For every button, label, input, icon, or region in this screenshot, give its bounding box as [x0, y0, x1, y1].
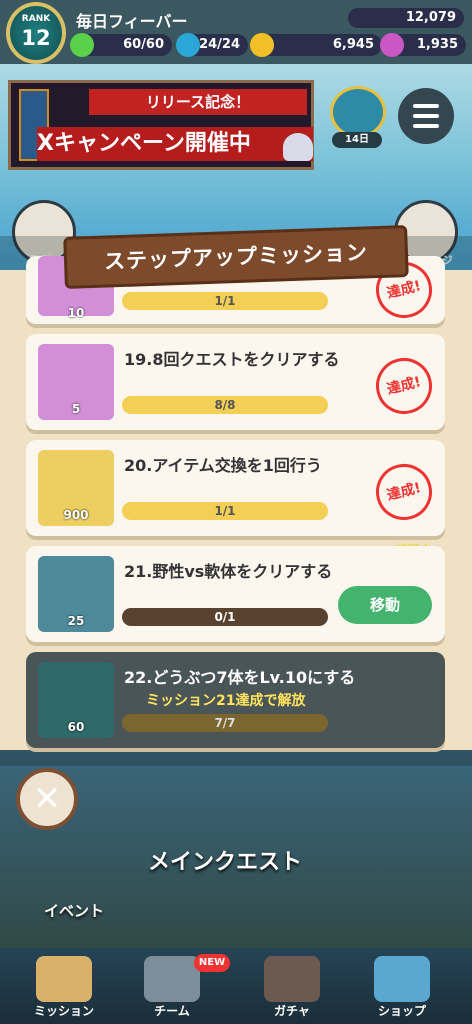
close-icon: ✕	[32, 779, 62, 819]
campaign-banner[interactable]: リリース記念！ Xキャンペーン開催中	[8, 80, 314, 170]
gacha-icon	[264, 956, 320, 1002]
banner-top-text: リリース記念！	[89, 89, 307, 115]
mission-card-locked: 60 22.どうぶつ7体をLv.10にする ミッション21達成で解放 7/7	[26, 652, 445, 748]
move-button[interactable]: 移動	[338, 586, 432, 624]
nav-mission[interactable]: ミッション	[24, 954, 104, 1020]
nav-gacha[interactable]: ガチャ	[252, 954, 332, 1020]
mission-card: 5 19.8回クエストをクリアする 8/8 達成!	[26, 334, 445, 430]
close-button[interactable]: ✕	[16, 768, 78, 830]
gem-icon	[380, 33, 404, 57]
unlock-condition: ミッション21達成で解放	[146, 693, 306, 709]
panel-title: ステップアップミッション	[103, 240, 369, 274]
main-quest-label[interactable]: メインクエスト	[148, 844, 302, 876]
reward-amount: 60	[67, 720, 85, 734]
orb-icon	[176, 33, 200, 57]
nav-gacha-label: ガチャ	[274, 1004, 310, 1018]
nav-mission-label: ミッション	[33, 1004, 94, 1018]
cat-character	[283, 133, 313, 161]
event-label[interactable]: イベント	[44, 900, 104, 921]
achieved-stamp: 達成!	[370, 458, 438, 526]
mission-title: 19.8回クエストをクリアする	[124, 350, 340, 369]
reward-amount: 10	[67, 306, 85, 320]
nav-shop-label: ショップ	[377, 1004, 426, 1018]
team-icon	[144, 956, 200, 1002]
menu-button[interactable]	[398, 88, 454, 144]
player-name: 毎日フィーバー	[76, 12, 188, 31]
progress-bar: 1/1	[122, 502, 328, 520]
progress-bar: 1/1	[122, 292, 328, 310]
mission-card: 25 21.野性vs軟体をクリアする 0/1 移動	[26, 546, 445, 642]
reward-amount: 5	[71, 402, 81, 416]
mission-title: 22.どうぶつ7体をLv.10にする	[124, 668, 356, 687]
progress-bar: 8/8	[122, 396, 328, 414]
progress-bar: 0/1	[122, 608, 328, 626]
achieved-stamp: 達成!	[370, 352, 438, 420]
shop-icon	[374, 956, 430, 1002]
scroll-icon	[36, 956, 92, 1002]
reward-amount: 900	[63, 508, 89, 522]
paw-coin-icon	[250, 33, 274, 57]
reward-amount: 25	[67, 614, 85, 628]
progress-bar: 7/7	[122, 714, 328, 732]
banner-bottom-text: Xキャンペーン開催中	[37, 127, 313, 161]
mission-title: 20.アイテム交換を1回行う	[124, 456, 322, 475]
new-badge: NEW	[194, 954, 230, 972]
xp-counter: 12,079	[348, 8, 464, 28]
ticket-icon[interactable]	[330, 86, 386, 138]
ticket-days: 14日	[332, 132, 382, 148]
mission-card: 900 20.アイテム交換を1回行う 1/1 達成!	[26, 440, 445, 536]
rank-label: RANK	[21, 14, 51, 24]
nav-team-label: チーム	[154, 1004, 190, 1018]
rank-badge[interactable]: RANK 12	[6, 2, 66, 64]
mission-title: 21.野性vs軟体をクリアする	[124, 562, 333, 581]
rank-number: 12	[21, 26, 51, 50]
nav-shop[interactable]: ショップ	[362, 954, 442, 1020]
lightning-icon	[70, 33, 94, 57]
